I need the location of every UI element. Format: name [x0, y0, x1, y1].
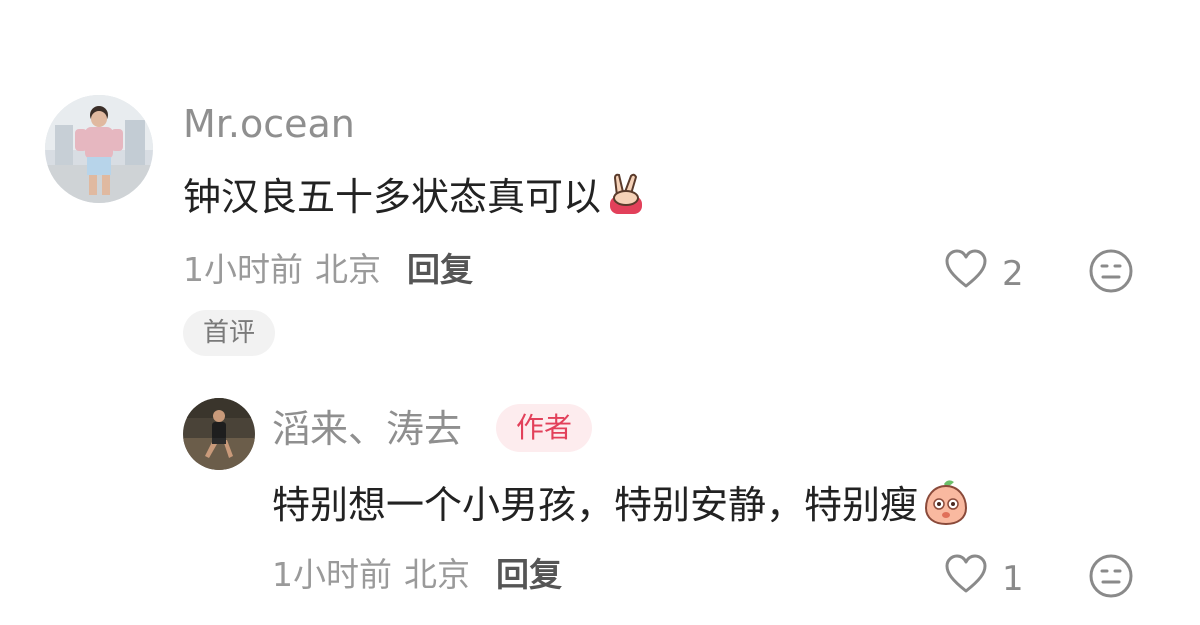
reply-like-count: 1 [1002, 558, 1024, 599]
heart-icon [944, 248, 1002, 299]
comment-text-body: 钟汉良五十多状态真可以 [183, 175, 602, 219]
reply-meta: 1小时前 北京 回复 [272, 558, 562, 591]
comment-like-count: 2 [1002, 253, 1024, 294]
reply-text-body: 特别想一个小男孩，特别安静，特别瘦 [272, 483, 919, 527]
reply-avatar[interactable] [183, 398, 255, 470]
peach-face-emoji-icon [924, 478, 968, 532]
commenter-username[interactable]: Mr.ocean [183, 105, 355, 143]
reply-time: 1小时前 [272, 555, 392, 594]
commenter-avatar[interactable] [45, 95, 153, 203]
heart-icon [944, 553, 1002, 604]
victory-hand-emoji-icon [607, 172, 645, 222]
neutral-face-icon [1088, 249, 1134, 298]
author-badge: 作者 [496, 404, 593, 452]
comment-location: 北京 [315, 250, 381, 289]
first-comment-badge: 首评 [183, 310, 276, 356]
comment-reply-button[interactable]: 回复 [407, 253, 473, 286]
reply-reply-button[interactable]: 回复 [496, 558, 562, 591]
reply-like-button[interactable]: 1 [944, 553, 1024, 604]
neutral-face-icon [1088, 554, 1134, 603]
comment-text: 钟汉良五十多状态真可以 [183, 172, 645, 222]
comment-like-button[interactable]: 2 [944, 248, 1024, 299]
comment-meta: 1小时前 北京 回复 [183, 253, 473, 286]
reply-location: 北京 [404, 555, 470, 594]
comment-more-button[interactable] [1088, 248, 1134, 298]
reply-text: 特别想一个小男孩，特别安静，特别瘦 [272, 478, 968, 532]
reply-more-button[interactable] [1088, 553, 1134, 603]
reply-username[interactable]: 滔来、涛去 [272, 410, 462, 448]
comment-time: 1小时前 [183, 250, 303, 289]
